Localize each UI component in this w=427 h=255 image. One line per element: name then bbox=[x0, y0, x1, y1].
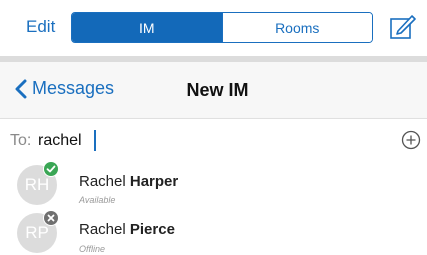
contact-first-name: Rachel bbox=[79, 173, 126, 190]
add-contact-icon[interactable] bbox=[401, 130, 421, 150]
contact-name: Rachel Pierce bbox=[79, 221, 175, 238]
list-item[interactable]: RP Rachel Pierce Offline bbox=[0, 209, 427, 255]
mode-segmented-control: IM Rooms bbox=[71, 12, 373, 43]
offline-status-icon bbox=[43, 210, 59, 226]
contact-last-name: Pierce bbox=[129, 221, 175, 238]
top-toolbar: Edit IM Rooms bbox=[0, 0, 427, 56]
segment-rooms[interactable]: Rooms bbox=[221, 13, 372, 42]
contact-first-name: Rachel bbox=[79, 221, 126, 238]
to-label: To: bbox=[10, 132, 32, 149]
recipient-input[interactable] bbox=[38, 130, 368, 152]
contact-last-name: Harper bbox=[129, 173, 179, 190]
segment-im[interactable]: IM bbox=[72, 13, 222, 42]
contact-name: Rachel Harper bbox=[79, 173, 178, 190]
available-status-icon bbox=[43, 161, 59, 177]
text-caret bbox=[94, 130, 96, 151]
edit-button[interactable]: Edit bbox=[26, 17, 55, 37]
navigation-bar: Messages New IM bbox=[0, 62, 427, 118]
recipient-row: To: bbox=[0, 118, 427, 163]
compose-icon[interactable] bbox=[388, 12, 416, 42]
list-item[interactable]: RH Rachel Harper Available bbox=[0, 161, 427, 209]
contact-status: Available bbox=[79, 195, 116, 205]
page-title: New IM bbox=[186, 80, 249, 100]
contact-status: Offline bbox=[79, 244, 106, 254]
contact-results-list: RH Rachel Harper Available RP Rachel Pie… bbox=[0, 161, 427, 255]
